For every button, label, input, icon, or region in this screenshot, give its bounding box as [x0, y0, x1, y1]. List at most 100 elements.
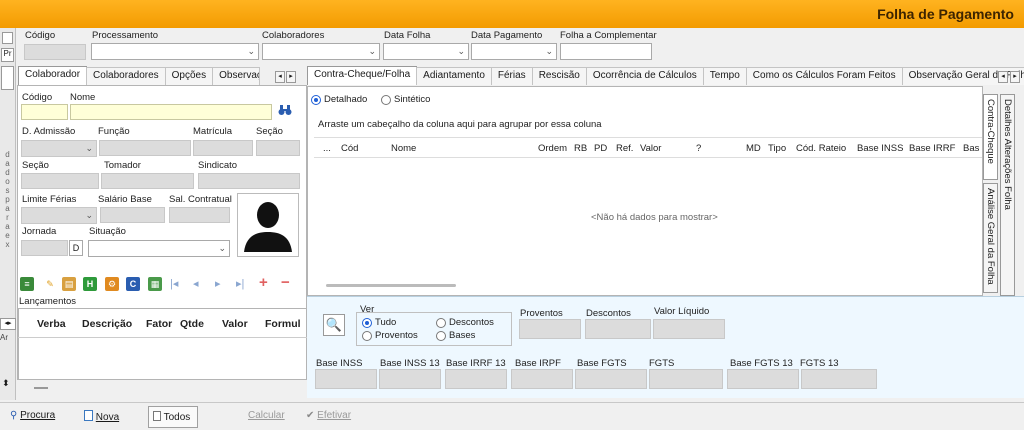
tab-observacao[interactable]: Observaç	[212, 67, 261, 85]
valor-liquido-field	[653, 319, 725, 339]
proventos-radio[interactable]	[362, 331, 372, 341]
grid-col-cod-rateio[interactable]: Cód. Rateio	[796, 143, 846, 154]
salario-base-field[interactable]	[100, 207, 165, 223]
procura-label: Procura	[20, 410, 56, 421]
matricula-field[interactable]	[193, 140, 253, 156]
last-record-icon[interactable]: ▸|	[236, 277, 244, 290]
tab-colaborador[interactable]: Colaborador	[18, 66, 88, 85]
add-record-icon[interactable]: +	[259, 274, 268, 291]
grid-col-question[interactable]: ?	[696, 143, 701, 154]
grid-col-md[interactable]: MD	[746, 143, 761, 154]
folha-complementar-label: Folha a Complementar	[560, 30, 657, 41]
calendar-c-icon[interactable]: C	[126, 277, 140, 291]
grid-col-base-inss[interactable]: Base INSS	[857, 143, 903, 154]
efetivar-button[interactable]: ✔ Efetivar	[302, 406, 357, 428]
colaboradores-select[interactable]: ⌄	[262, 43, 380, 60]
codigo-field[interactable]	[24, 44, 86, 60]
base-fgts-label: Base FGTS	[577, 358, 627, 369]
tab-opcoes[interactable]: Opções	[164, 67, 214, 85]
first-record-icon[interactable]: |◂	[170, 277, 178, 290]
detalhado-radio[interactable]	[311, 95, 321, 105]
grid-col-tipo[interactable]: Tipo	[768, 143, 786, 154]
right-tabs-prev-icon[interactable]: ◂	[998, 71, 1008, 83]
grid-col-base-irrf[interactable]: Base IRRF	[909, 143, 955, 154]
next-record-icon[interactable]: ▸	[215, 277, 221, 290]
procura-button[interactable]: ⚲ Procura	[6, 406, 61, 428]
magnifier-icon[interactable]: 🔍	[323, 314, 345, 336]
right-tabs-next-icon[interactable]: ▸	[1010, 71, 1020, 83]
strip-tab-pr[interactable]: Pr	[1, 48, 14, 62]
grid-col-valor[interactable]: Valor	[640, 143, 661, 154]
tomador-field[interactable]	[101, 173, 194, 189]
sindicato-field[interactable]	[198, 173, 300, 189]
left-tabs-prev-icon[interactable]: ◂	[275, 71, 285, 83]
grid-col-ordem[interactable]: Ordem	[538, 143, 567, 154]
tab-ocorrencia-calculos[interactable]: Ocorrência de Cálculos	[585, 67, 704, 85]
descontos-radio[interactable]	[436, 318, 446, 328]
secao2-field[interactable]	[21, 173, 99, 189]
left-tabs-next-icon[interactable]: ▸	[286, 71, 296, 83]
bases-radio[interactable]	[436, 331, 446, 341]
grid-col-bas[interactable]: Bas	[963, 143, 979, 154]
prev-record-icon[interactable]: ◂	[193, 277, 199, 290]
grid-col-expand[interactable]: ...	[323, 143, 331, 154]
col-fator[interactable]: Fator	[146, 318, 172, 330]
tab-ferias[interactable]: Férias	[490, 67, 533, 85]
funcao-field[interactable]	[99, 140, 191, 156]
col-verba[interactable]: Verba	[37, 318, 66, 330]
jornada-field[interactable]	[21, 240, 68, 256]
col-formula[interactable]: Formul	[265, 318, 301, 330]
col-qtde[interactable]: Qtde	[180, 318, 204, 330]
insert-record-icon[interactable]: ≡	[20, 277, 34, 291]
tab-contra-cheque[interactable]: Contra-Cheque/Folha	[307, 66, 418, 85]
nova-button[interactable]: Nova	[80, 406, 125, 428]
tab-analise-geral[interactable]: Análise Geral da Folha	[983, 183, 998, 293]
jornada-label: Jornada	[22, 226, 57, 237]
remove-record-icon[interactable]: −	[281, 274, 290, 291]
grid-col-cod[interactable]: Cód	[341, 143, 358, 154]
history-h-icon[interactable]: H	[83, 277, 97, 291]
calcular-button[interactable]: Calcular	[244, 406, 291, 428]
matricula-label: Matrícula	[193, 126, 233, 137]
tab-como-calculos[interactable]: Como os Cálculos Foram Feitos	[745, 67, 903, 85]
settings-doc-icon[interactable]: ⚙	[105, 277, 119, 291]
tudo-radio[interactable]	[362, 318, 372, 328]
data-pagamento-select[interactable]: ⌄	[471, 43, 557, 60]
strip-button[interactable]	[2, 32, 13, 44]
grid-col-ref[interactable]: Ref.	[616, 143, 633, 154]
col-descricao[interactable]: Descrição	[82, 318, 132, 330]
lancamentos-nav-icon[interactable]: ◂▸	[0, 318, 16, 330]
clipboard-icon[interactable]: ▤	[62, 277, 76, 291]
folha-complementar-field[interactable]	[560, 43, 652, 60]
colab-codigo-field[interactable]	[21, 104, 68, 120]
group-by-hint: Arraste um cabeçalho da coluna aqui para…	[318, 119, 602, 130]
tab-tempo[interactable]: Tempo	[702, 67, 747, 85]
sal-contratual-field[interactable]	[169, 207, 230, 223]
secao-field[interactable]	[256, 140, 300, 156]
tab-rescisao[interactable]: Rescisão	[531, 67, 587, 85]
base-inss-label: Base INSS	[316, 358, 363, 369]
situacao-select[interactable]: ⌄	[88, 240, 230, 257]
grid-col-nome[interactable]: Nome	[391, 143, 416, 154]
edit-pencil-icon[interactable]: ✎	[43, 277, 57, 291]
colab-nome-field[interactable]	[70, 104, 272, 120]
admissao-date-field[interactable]: ⌄	[21, 140, 97, 157]
todos-button[interactable]: Todos	[148, 406, 198, 428]
tab-adiantamento[interactable]: Adiantamento	[416, 67, 492, 85]
grid-col-rb[interactable]: RB	[574, 143, 587, 154]
sintetico-radio[interactable]	[381, 95, 391, 105]
binoculars-search-icon[interactable]	[278, 104, 292, 119]
limite-ferias-field[interactable]: ⌄	[21, 207, 97, 224]
splitter-handle[interactable]	[34, 387, 48, 389]
grid-col-pd[interactable]: PD	[594, 143, 607, 154]
row-sizer-icon[interactable]: ⬍	[2, 378, 10, 389]
spreadsheet-icon[interactable]: ▦	[148, 277, 162, 291]
data-folha-select[interactable]: ⌄	[383, 43, 469, 60]
strip-grid-icon[interactable]	[1, 66, 14, 90]
tab-contra-cheque-vertical[interactable]: Contra-Cheque	[983, 94, 998, 180]
processamento-select[interactable]: ⌄	[91, 43, 259, 60]
tab-colaboradores[interactable]: Colaboradores	[86, 67, 166, 85]
col-valor[interactable]: Valor	[222, 318, 248, 330]
tab-detalhes-alteracoes[interactable]: Detalhes Alterações Folha	[1000, 94, 1015, 296]
grid-horizontal-scrollbar[interactable]	[326, 284, 456, 287]
